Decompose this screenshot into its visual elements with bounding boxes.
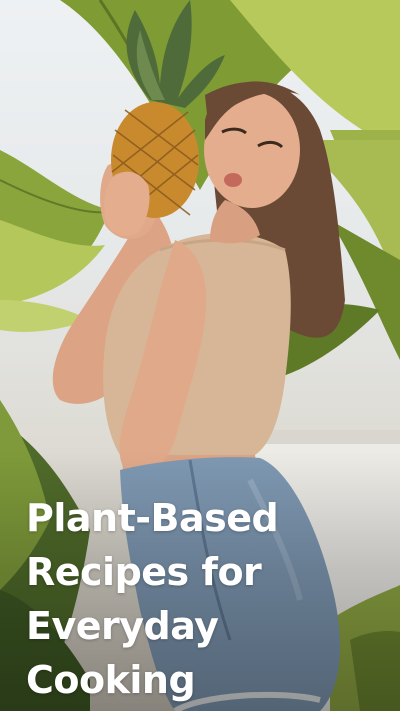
- headline-line-4: Cooking: [26, 658, 196, 702]
- story-headline: Plant-Based Recipes for Everyday Cooking: [26, 491, 384, 707]
- headline-line-3: Everyday: [26, 604, 219, 648]
- headline-line-1: Plant-Based: [26, 496, 279, 540]
- headline-line-2: Recipes for: [26, 550, 262, 594]
- story-screen[interactable]: Plant-Based Recipes for Everyday Cooking: [0, 0, 400, 711]
